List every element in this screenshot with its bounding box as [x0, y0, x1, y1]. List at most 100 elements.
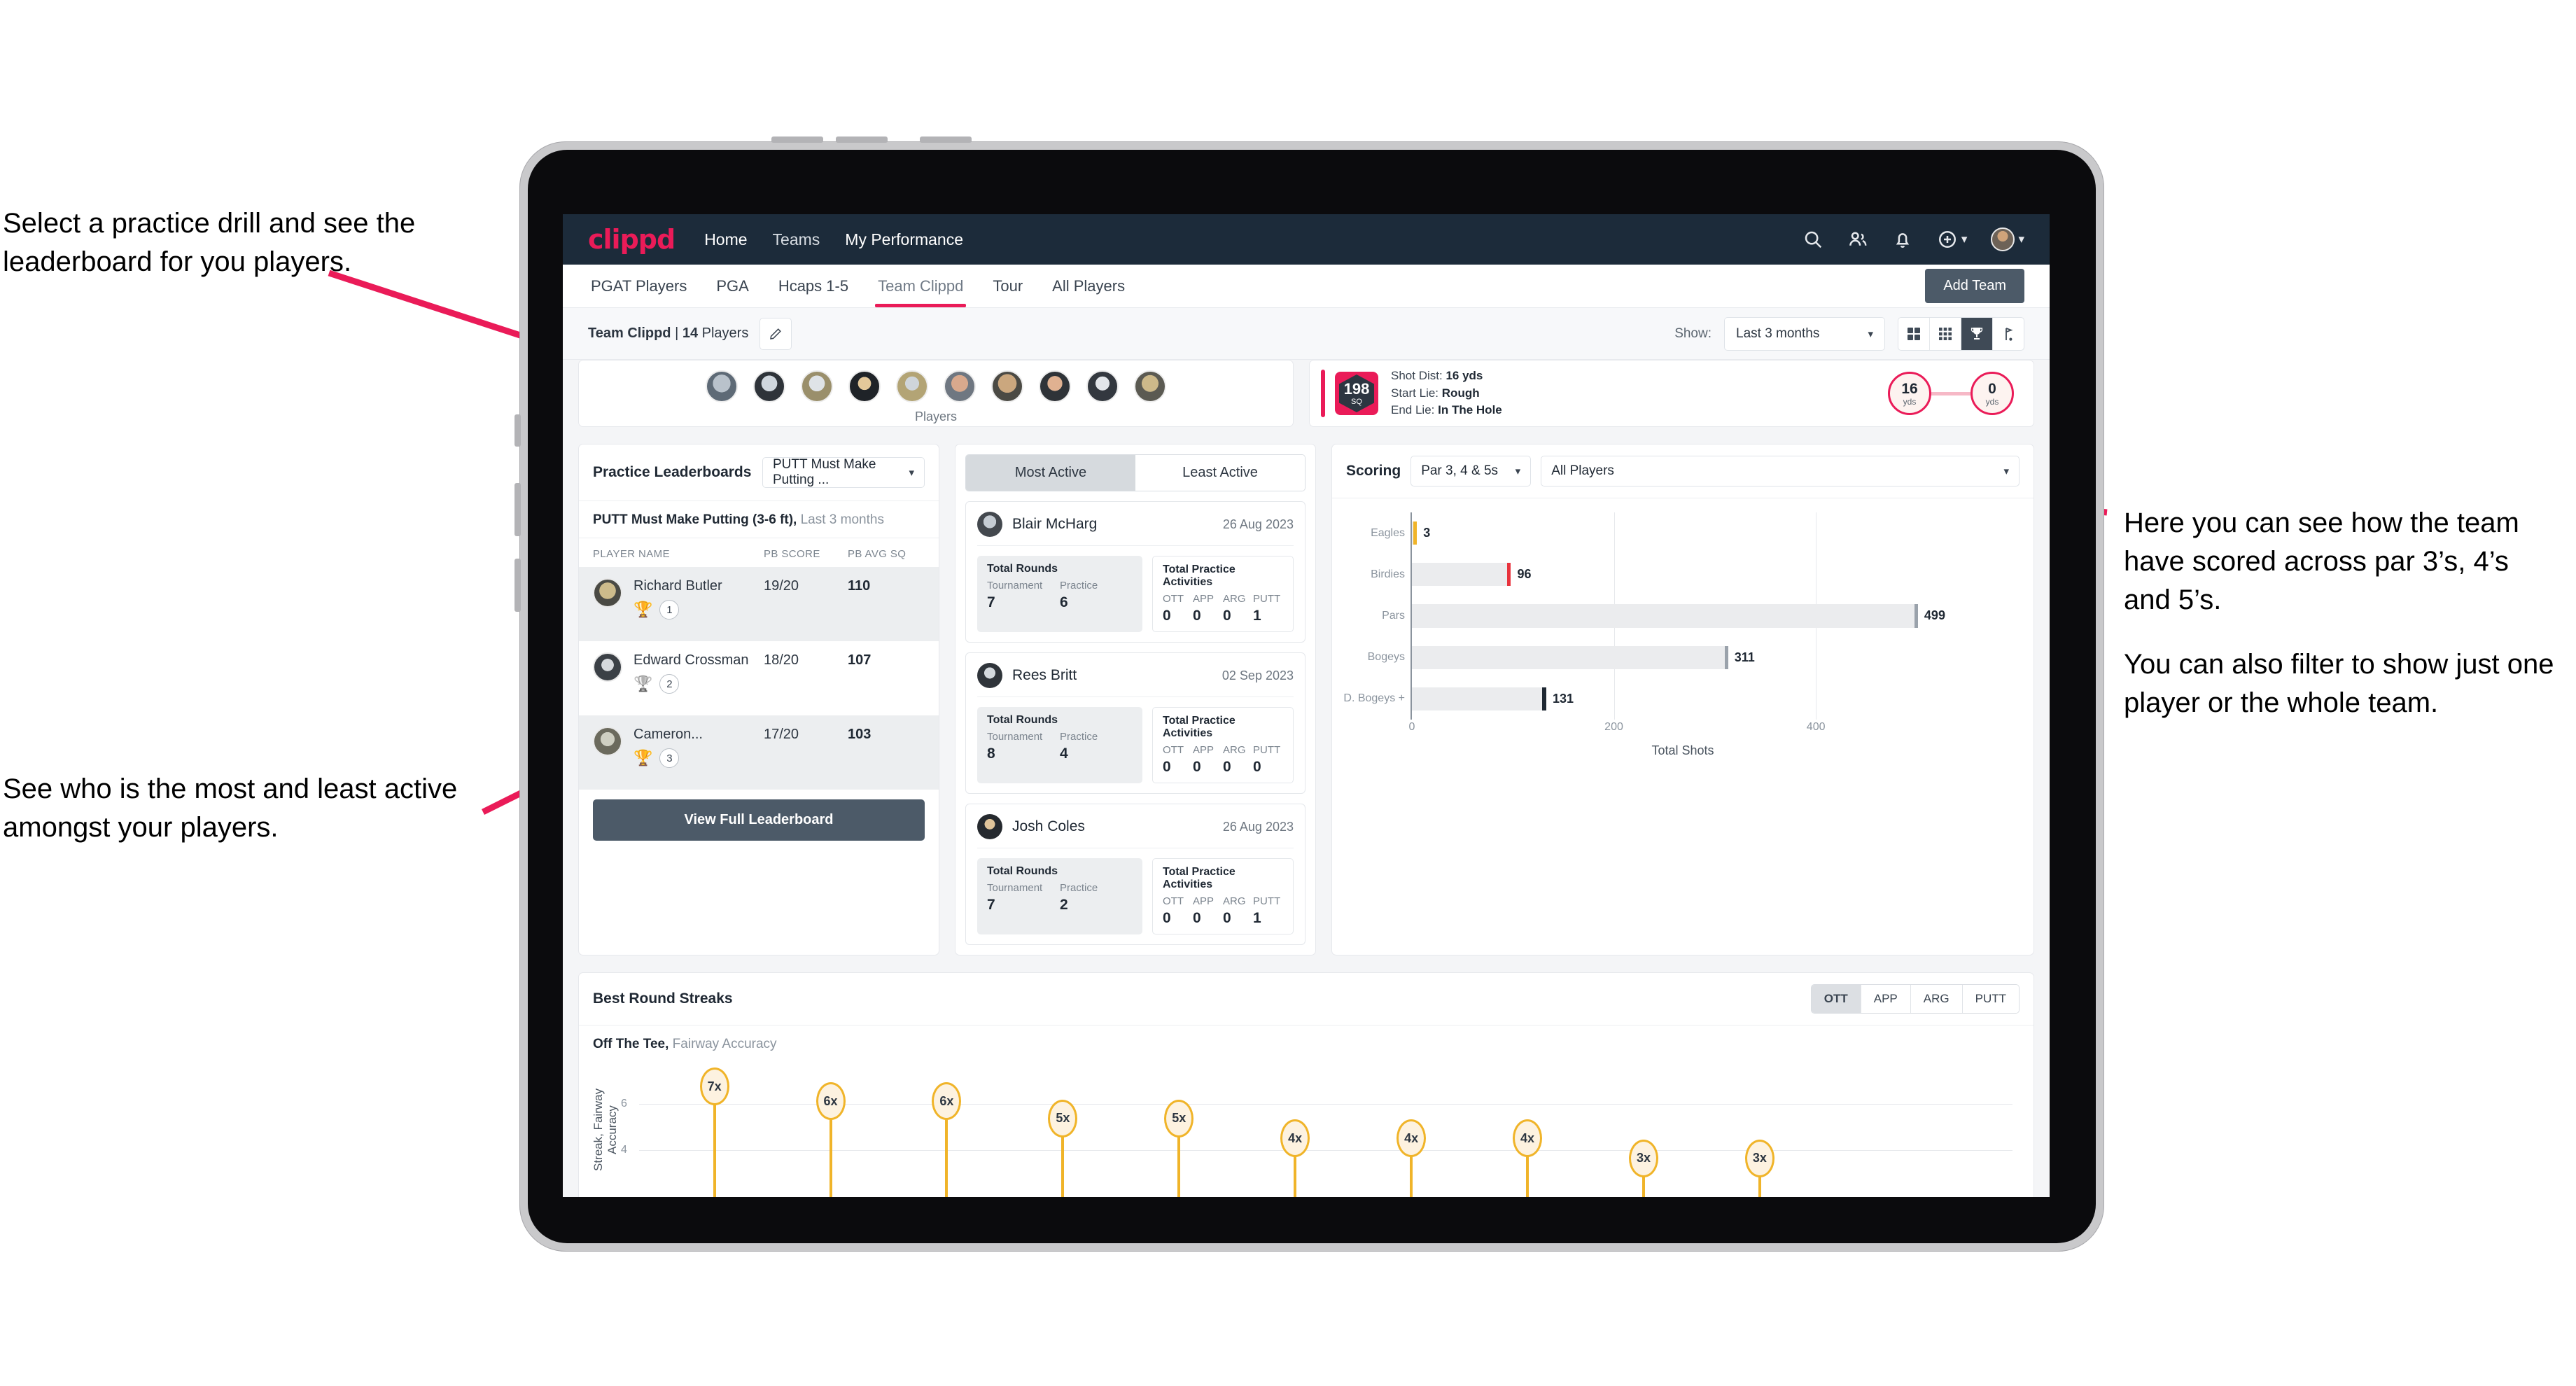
player-avatar[interactable]	[1039, 370, 1071, 402]
avatar[interactable]	[1991, 227, 2015, 251]
streaks-toggle-arg[interactable]: ARG	[1910, 985, 1963, 1013]
nav-item-teams[interactable]: Teams	[773, 230, 820, 249]
activity-player-card[interactable]: Blair McHarg 26 Aug 2023 Total Rounds To…	[965, 501, 1306, 643]
view-grid-small-icon[interactable]	[1930, 317, 1961, 350]
practice-leaderboards-header: Practice Leaderboards PUTT Must Make Put…	[579, 444, 939, 501]
player-avatar[interactable]	[991, 370, 1023, 402]
table-row[interactable]: Edward Crossman 🏆 2 18/20 107	[579, 641, 939, 715]
row-pb-score: 18/20	[764, 652, 799, 668]
par-select[interactable]: Par 3, 4 & 5s ▾	[1410, 456, 1532, 486]
period-select-value: Last 3 months	[1736, 326, 1820, 341]
search-icon[interactable]	[1802, 229, 1823, 250]
nav-item-my-performance[interactable]: My Performance	[845, 230, 963, 249]
streak-pin[interactable]: 5x	[1048, 1099, 1078, 1138]
bar-row-double-bogeys: D. Bogeys + 131	[1343, 678, 1977, 720]
account-chevron-down-icon[interactable]: ▾	[2018, 232, 2024, 246]
tab-all-players[interactable]: All Players	[1049, 266, 1128, 307]
streak-pin[interactable]: 3x	[1628, 1139, 1658, 1177]
activity-ott-value: 0	[1163, 759, 1171, 775]
tab-team-clippd[interactable]: Team Clippd	[875, 266, 967, 307]
total-practice-activities-title: Total Practice Activities	[1163, 564, 1236, 588]
player-avatar[interactable]	[801, 370, 833, 402]
plus-circle-icon[interactable]	[1937, 229, 1958, 250]
view-trophy-icon[interactable]	[1961, 317, 1993, 350]
shot-distance-diagram: 16 yds 0 yds	[1888, 372, 2022, 415]
bar-row-bogeys: Bogeys 311	[1368, 637, 1977, 678]
rounds-tournament-value: 8	[987, 746, 995, 762]
scoring-player-select[interactable]: All Players ▾	[1541, 456, 2019, 486]
streaks-toggle-ott[interactable]: OTT	[1811, 985, 1861, 1013]
middle-row: Practice Leaderboards PUTT Must Make Put…	[578, 444, 2034, 955]
clippd-logo[interactable]: clippd	[588, 224, 676, 255]
player-avatar[interactable]	[706, 370, 738, 402]
tab-least-active[interactable]: Least Active	[1135, 455, 1305, 491]
main-nav: Home Teams My Performance	[704, 230, 963, 249]
drill-select[interactable]: PUTT Must Make Putting ... ▾	[762, 457, 925, 488]
tab-tour[interactable]: Tour	[990, 266, 1026, 307]
streak-pin[interactable]: 4x	[1513, 1119, 1543, 1158]
view-grid-large-icon[interactable]	[1898, 317, 1930, 350]
scoring-bars: Eagles 3 Birdies 96 Pars 499 Bogeys 311 …	[1343, 512, 1977, 720]
activity-ott: OTT 0	[1163, 744, 1193, 776]
bar-fill-bogeys	[1412, 645, 1728, 669]
start-lie-label: Start Lie:	[1391, 386, 1439, 400]
streaks-toggle-app[interactable]: APP	[1861, 985, 1911, 1013]
player-avatar[interactable]	[1134, 370, 1166, 402]
row-rank-badge: 1	[659, 600, 680, 620]
streak-pin[interactable]: 7x	[699, 1068, 729, 1106]
activity-app-label: APP	[1193, 895, 1214, 907]
activity-app-value: 0	[1193, 910, 1201, 926]
dashboard-content: Players 198 SQ Shot Dist: 16 yds Start L…	[563, 360, 2050, 1197]
table-row[interactable]: Richard Butler 🏆 1 19/20 110	[579, 567, 939, 641]
streaks-toggle-putt[interactable]: PUTT	[1962, 985, 2019, 1013]
scoring-x-axis-title: Total Shots	[1651, 743, 1714, 757]
player-avatar[interactable]	[896, 370, 928, 402]
player-avatar[interactable]	[944, 370, 976, 402]
streak-pin[interactable]: 6x	[932, 1082, 962, 1121]
bar-cap-pars	[1914, 604, 1918, 628]
team-filter-bar: Team Clippd | 14 Players Show: Last 3 mo…	[563, 308, 2050, 360]
total-rounds-title: Total Rounds	[987, 865, 1058, 877]
streak-pin[interactable]: 3x	[1744, 1139, 1774, 1177]
tab-pgat-players[interactable]: PGAT Players	[588, 266, 690, 307]
app-screen: clippd Home Teams My Performance ▾ ▾ PGA…	[563, 214, 2050, 1197]
period-select[interactable]: Last 3 months ▾	[1724, 316, 1885, 351]
nav-item-home[interactable]: Home	[704, 230, 747, 249]
rounds-tournament: Tournament 8	[987, 731, 1060, 762]
streak-pin[interactable]: 4x	[1396, 1119, 1427, 1158]
streak-pin[interactable]: 4x	[1280, 1119, 1310, 1158]
streak-pin[interactable]: 5x	[1164, 1099, 1194, 1138]
view-full-leaderboard-button[interactable]: View Full Leaderboard	[593, 799, 925, 841]
table-row[interactable]: Cameron... 🏆 3 17/20 103	[579, 715, 939, 790]
tablet-device-frame: clippd Home Teams My Performance ▾ ▾ PGA…	[514, 136, 2104, 1252]
activity-player-card[interactable]: Josh Coles 26 Aug 2023 Total Rounds Tour…	[965, 804, 1306, 945]
row-player-name: Cameron...	[634, 727, 703, 742]
bar-label-pars: Pars	[1382, 609, 1405, 622]
people-icon[interactable]	[1847, 229, 1868, 250]
tab-pga[interactable]: PGA	[713, 266, 751, 307]
total-practice-activities-box: Total Practice Activities OTT 0 APP 0 ARG 0…	[1152, 858, 1294, 934]
add-team-button[interactable]: Add Team	[1925, 269, 2024, 303]
tab-most-active[interactable]: Most Active	[966, 455, 1135, 491]
bar-cap-bogeys	[1724, 645, 1728, 669]
player-avatar[interactable]	[1086, 370, 1119, 402]
bell-icon[interactable]	[1892, 229, 1913, 250]
row-player: Edward Crossman 🏆 2	[634, 652, 764, 694]
row-pb-avg-sq: 103	[848, 727, 872, 742]
streak-stem	[945, 1118, 948, 1197]
device-top-button-2	[836, 136, 888, 143]
rounds-practice-label: Practice	[1060, 580, 1098, 592]
view-flag-icon[interactable]	[1993, 318, 2024, 350]
player-avatar[interactable]	[753, 370, 785, 402]
annotation-right-paragraph-1: Here you can see how the team have score…	[2124, 507, 2519, 616]
tab-hcaps-1-5[interactable]: Hcaps 1-5	[776, 266, 851, 307]
activity-player-card[interactable]: Rees Britt 02 Sep 2023 Total Rounds Tour…	[965, 652, 1306, 794]
player-avatar[interactable]	[848, 370, 881, 402]
edit-team-pencil-icon[interactable]	[760, 317, 792, 350]
rounds-tournament-value: 7	[987, 897, 995, 913]
row-pb-avg-sq: 110	[848, 578, 871, 594]
activity-ott-label: OTT	[1163, 744, 1184, 756]
streaks-ytick-4: 4	[621, 1144, 627, 1156]
streak-pin[interactable]: 6x	[816, 1082, 846, 1121]
plus-chevron-down-icon[interactable]: ▾	[1961, 232, 1968, 246]
